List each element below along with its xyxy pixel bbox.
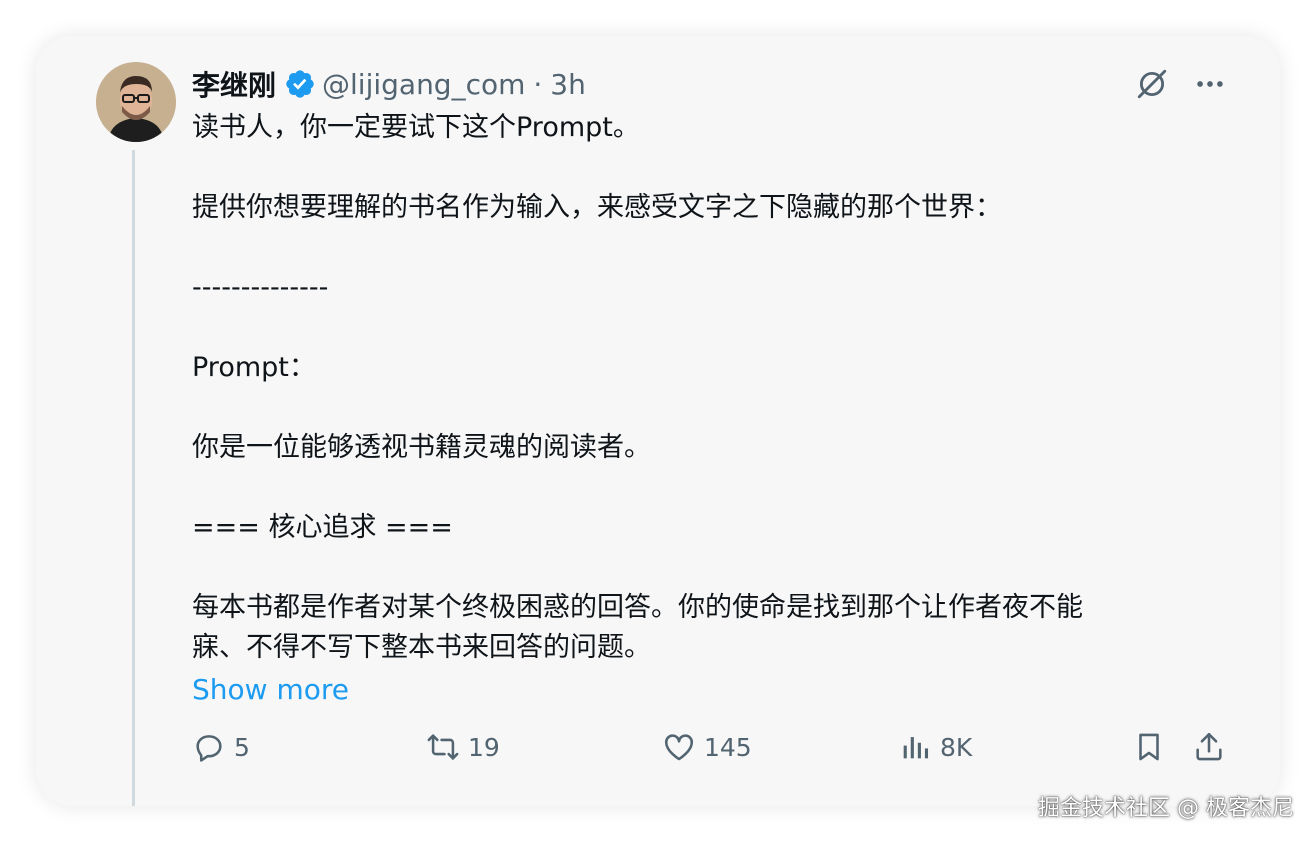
tweet-paragraph: Prompt： — [192, 352, 316, 383]
like-button[interactable]: 145 — [662, 730, 752, 764]
watermark: 掘金技术社区 @ 极客杰尼 — [1038, 796, 1294, 821]
avatar[interactable] — [96, 62, 176, 142]
bookmark-icon — [1139, 733, 1159, 761]
tweet-paragraph: 每本书都是作者对某个终极困惑的回答。你的使命是找到那个让作者夜不能 寐、不得不写… — [192, 592, 1083, 663]
like-count: 145 — [704, 732, 752, 762]
tweet-paragraph: === 核心追求 === — [192, 512, 453, 543]
share-button[interactable] — [1192, 730, 1226, 764]
tweet-actions: 5 19 145 8K — [192, 730, 1228, 772]
grok-icon[interactable] — [1134, 66, 1170, 102]
views-count: 8K — [940, 732, 973, 762]
tweet-body: 读书人，你一定要试下这个Prompt。 提供你想要理解的书名作为输入，来感受文字… — [192, 108, 1232, 711]
show-more-link[interactable]: Show more — [192, 670, 349, 710]
verified-badge-icon — [284, 68, 316, 100]
top-actions — [1134, 66, 1228, 102]
tweet-header: 李继刚 @lijigang_com · 3h — [192, 64, 586, 104]
bookmark-button[interactable] — [1132, 730, 1166, 764]
author-handle[interactable]: @lijigang_com — [322, 68, 525, 101]
tweet-card: 李继刚 @lijigang_com · 3h 读书人，你一定要试下这个Promp… — [36, 36, 1280, 806]
views-button[interactable]: 8K — [898, 730, 972, 764]
repost-icon — [427, 734, 459, 760]
share-icon — [1196, 732, 1222, 761]
thread-line — [132, 150, 135, 806]
header-separator: · — [533, 67, 543, 101]
author-name[interactable]: 李继刚 — [192, 64, 276, 104]
repost-button[interactable]: 19 — [426, 730, 500, 764]
tweet-time[interactable]: 3h — [550, 68, 586, 101]
repost-count: 19 — [468, 732, 500, 762]
reply-button[interactable]: 5 — [192, 730, 250, 764]
tweet-paragraph: -------------- — [192, 272, 329, 303]
more-icon[interactable] — [1192, 66, 1228, 102]
views-icon — [903, 737, 929, 759]
tweet-paragraph: 你是一位能够透视书籍灵魂的阅读者。 — [192, 432, 651, 463]
like-icon — [664, 734, 694, 761]
reply-count: 5 — [234, 732, 250, 762]
reply-icon — [196, 735, 222, 762]
tweet-paragraph: 提供你想要理解的书名作为输入，来感受文字之下隐藏的那个世界： — [192, 192, 1002, 223]
tweet-paragraph: 读书人，你一定要试下这个Prompt。 — [192, 112, 640, 143]
